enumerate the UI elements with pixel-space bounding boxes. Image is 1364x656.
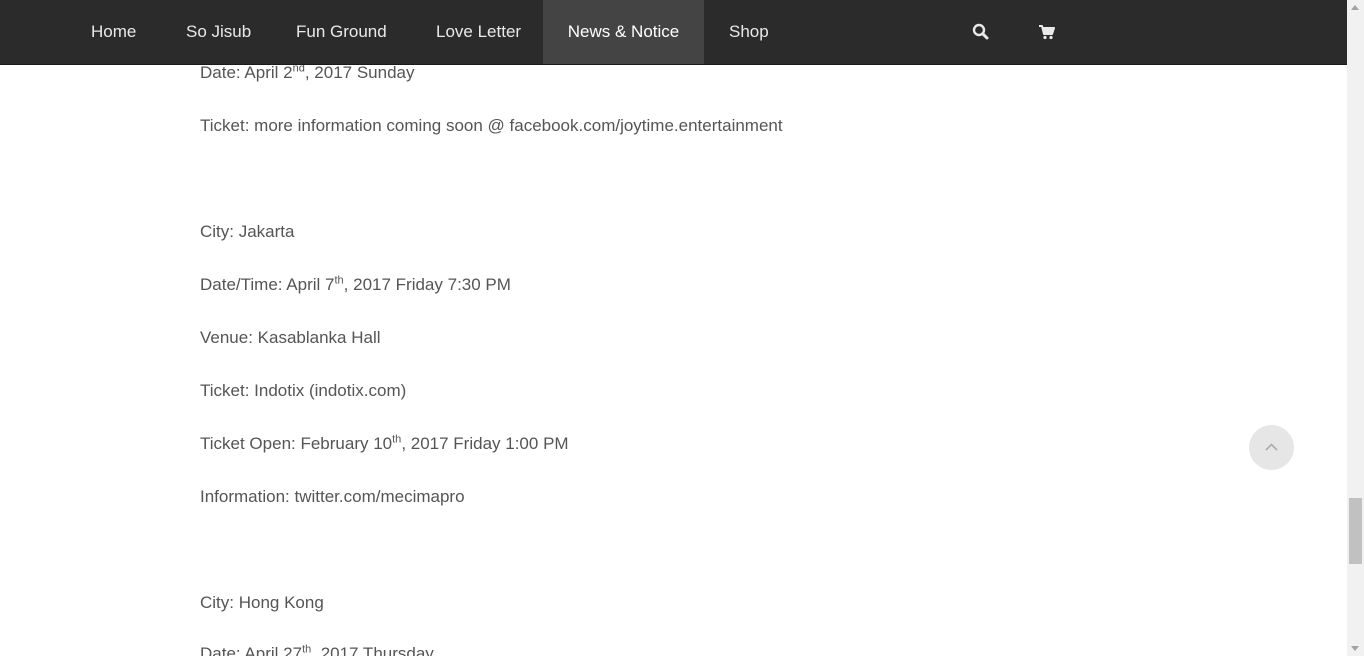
scroll-down-arrow-icon[interactable] xyxy=(1351,646,1359,651)
top-navbar: Home So Jisub Fun Ground Love Letter New… xyxy=(0,0,1347,65)
nav-item-news-notice[interactable]: News & Notice xyxy=(543,0,704,64)
event-date: Date: April 2nd, 2017 Sunday xyxy=(200,62,415,82)
event-ticket-open: Ticket Open: February 10th, 2017 Friday … xyxy=(200,433,569,453)
event-city: City: Hong Kong xyxy=(200,593,324,612)
nav-item-shop[interactable]: Shop xyxy=(729,0,769,64)
scrollbar-thumb[interactable] xyxy=(1349,498,1362,564)
scroll-up-arrow-icon[interactable] xyxy=(1351,5,1359,10)
article-content: Date: April 2nd, 2017 Sunday Ticket: mor… xyxy=(0,0,1347,656)
nav-item-home[interactable]: Home xyxy=(91,0,136,64)
cart-icon[interactable] xyxy=(1037,22,1057,42)
event-ticket-info: Ticket: more information coming soon @ f… xyxy=(200,116,783,135)
chevron-up-icon xyxy=(1265,443,1278,451)
event-date: Date: April 27th, 2017 Thursday xyxy=(200,643,434,656)
search-icon[interactable] xyxy=(971,22,991,42)
event-datetime: Date/Time: April 7th, 2017 Friday 7:30 P… xyxy=(200,274,511,294)
back-to-top-button[interactable] xyxy=(1249,425,1294,470)
event-city: City: Jakarta xyxy=(200,222,295,241)
event-information: Information: twitter.com/mecimapro xyxy=(200,487,465,506)
nav-item-love-letter[interactable]: Love Letter xyxy=(436,0,521,64)
nav-item-so-jisub[interactable]: So Jisub xyxy=(186,0,251,64)
event-venue: Venue: Kasablanka Hall xyxy=(200,328,381,347)
nav-item-fun-ground[interactable]: Fun Ground xyxy=(296,0,387,64)
event-ticket-info: Ticket: Indotix (indotix.com) xyxy=(200,381,407,400)
